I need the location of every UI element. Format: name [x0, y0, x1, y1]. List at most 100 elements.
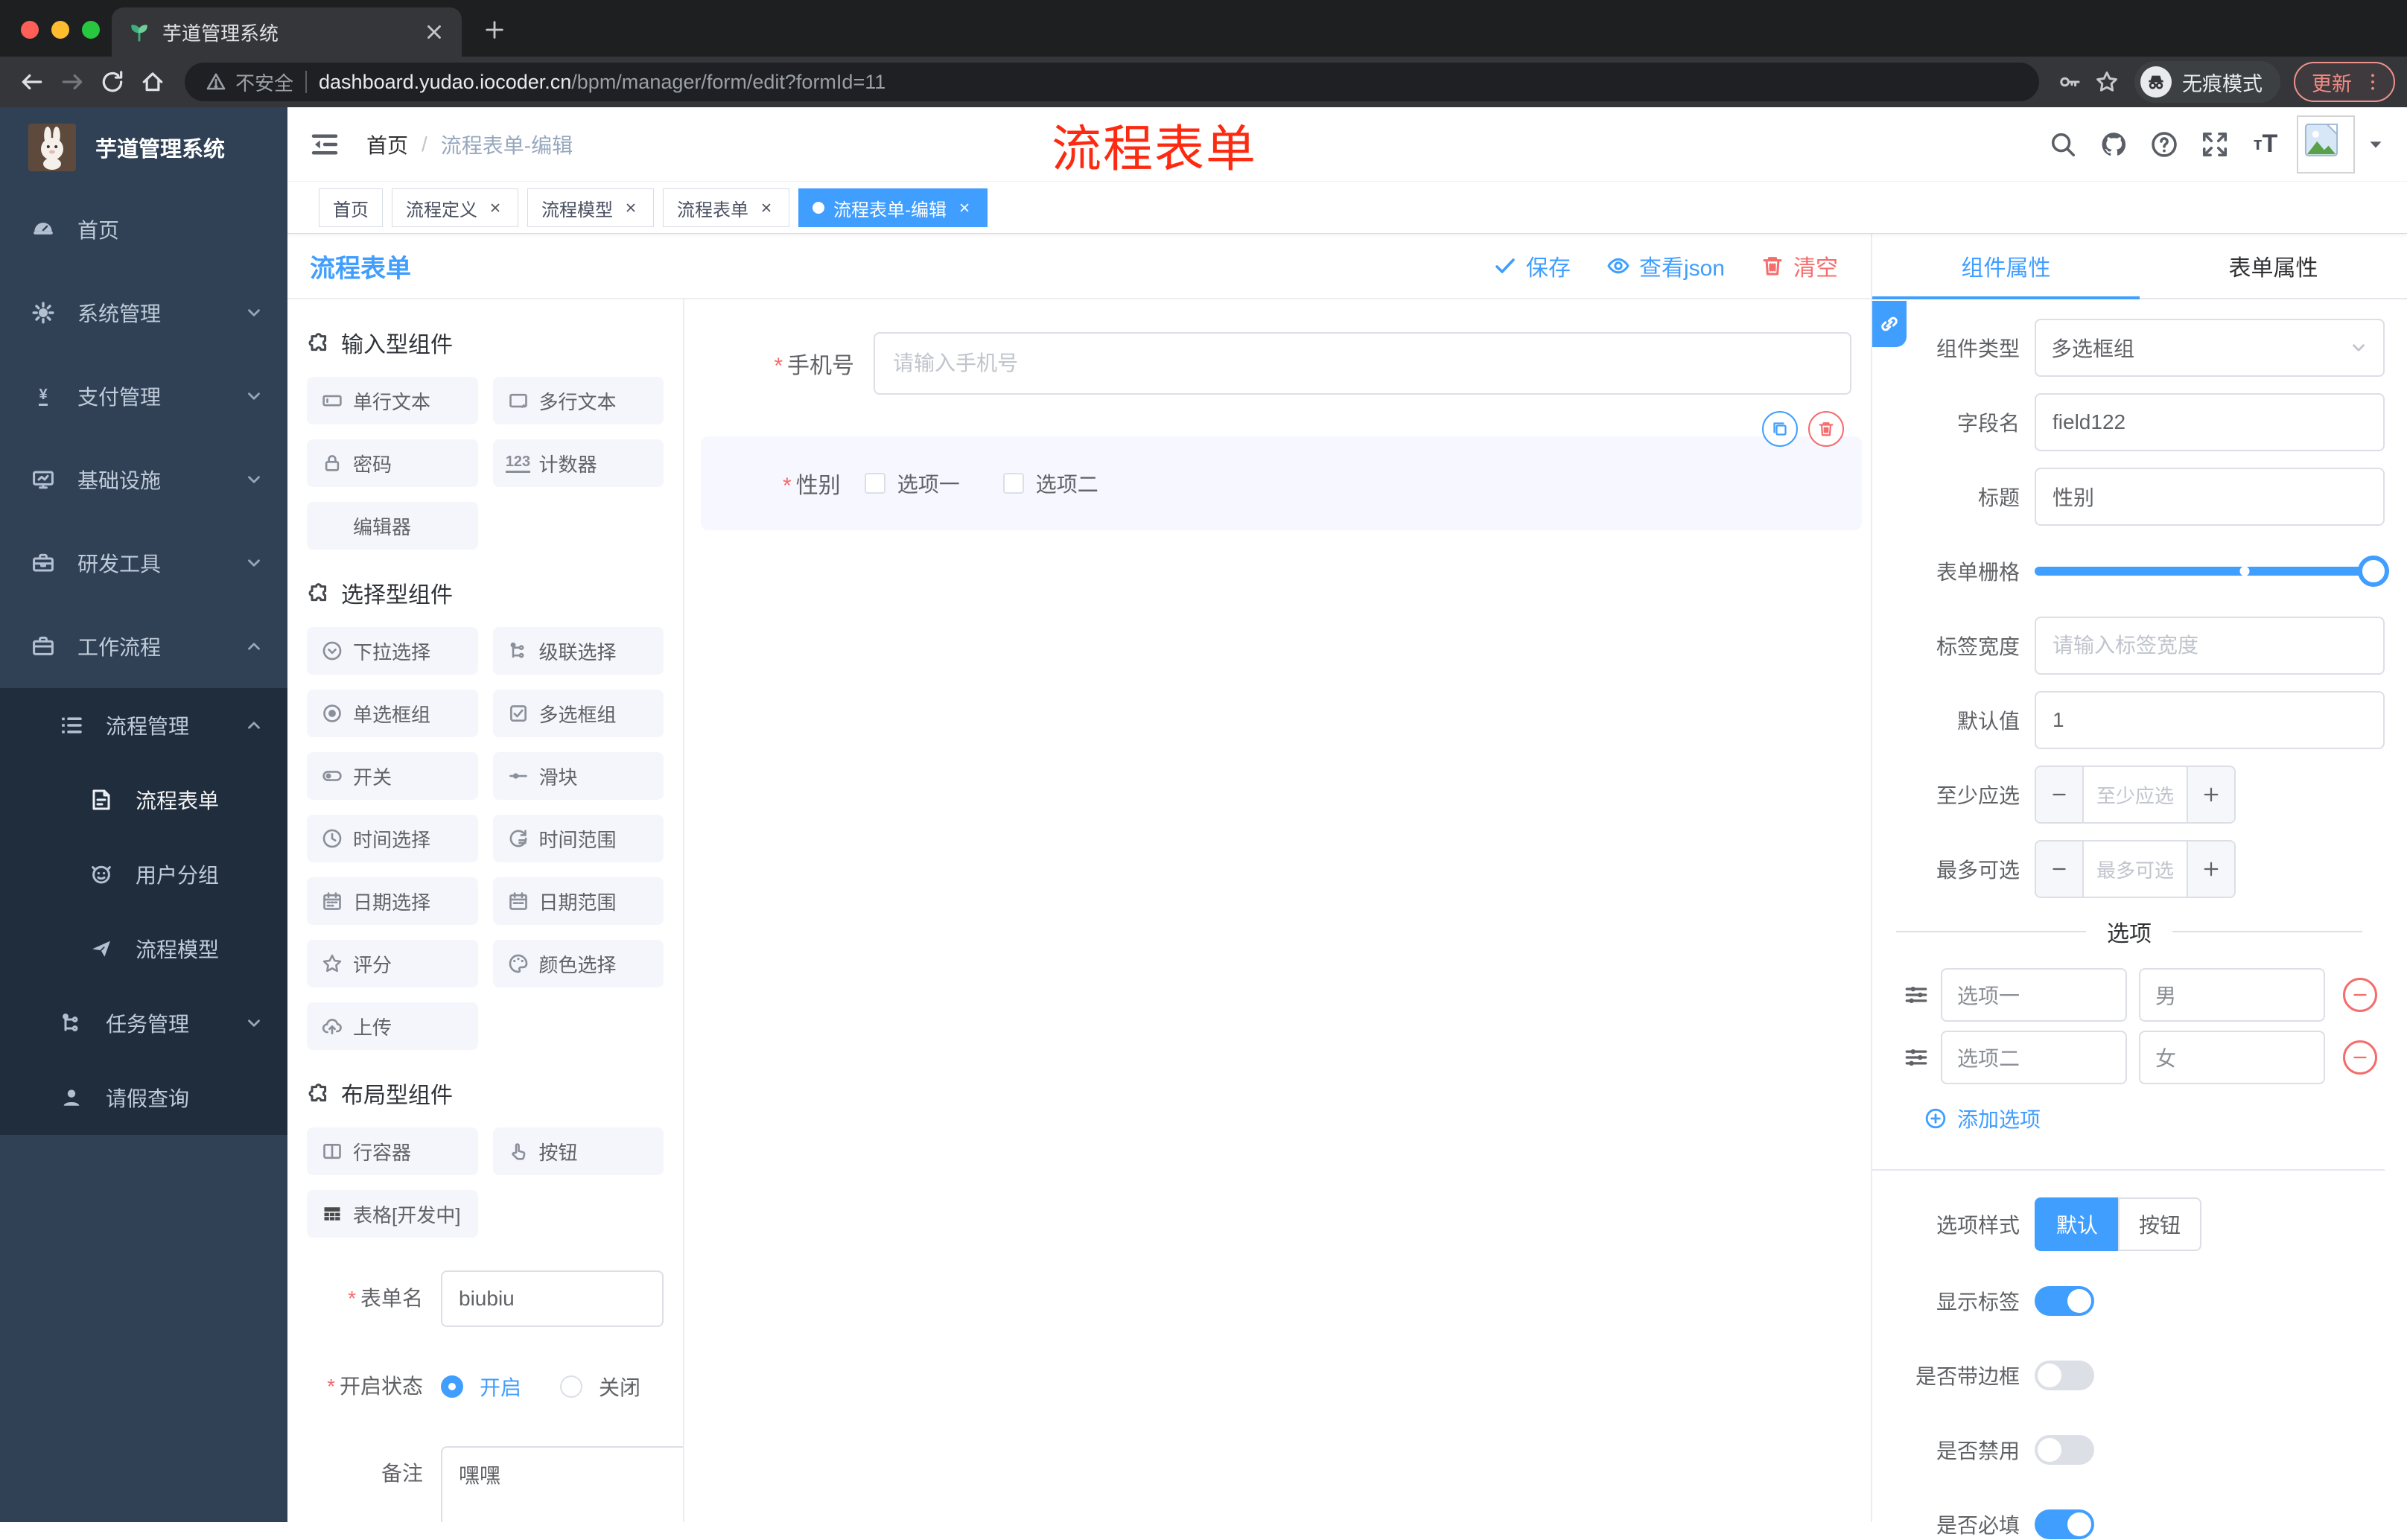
sidebar-item[interactable]: 用户分组: [0, 837, 287, 911]
clear-button[interactable]: 清空: [1761, 249, 1838, 282]
palette-component[interactable]: 颜色选择: [492, 940, 664, 987]
palette-component[interactable]: 多行文本: [492, 377, 664, 424]
delete-field-button[interactable]: [1808, 411, 1844, 447]
minimize-window-button[interactable]: [51, 21, 69, 39]
option-value-input[interactable]: 女: [2139, 1031, 2325, 1084]
drag-handle-icon[interactable]: [1904, 982, 1929, 1008]
palette-component[interactable]: 时间选择: [307, 815, 478, 862]
close-tag-icon[interactable]: [757, 199, 775, 217]
view-json-button[interactable]: 查看json: [1606, 249, 1725, 282]
toggle-switch[interactable]: [2035, 1509, 2094, 1539]
palette-component[interactable]: 行容器: [307, 1127, 478, 1175]
remove-option-button[interactable]: [2343, 1040, 2377, 1075]
checkbox-option[interactable]: 选项一: [864, 468, 960, 498]
browser-update-button[interactable]: 更新: [2294, 62, 2395, 102]
toggle-switch[interactable]: [2035, 1361, 2094, 1390]
field-name-input[interactable]: [2035, 393, 2385, 451]
sidebar-item[interactable]: 首页: [0, 188, 287, 271]
option-value-input[interactable]: 男: [2139, 968, 2325, 1022]
url-text[interactable]: dashboard.yudao.iocoder.cn/bpm/manager/f…: [319, 71, 885, 94]
font-size-icon[interactable]: тT: [2246, 125, 2285, 164]
palette-component[interactable]: 开关: [307, 752, 478, 800]
palette-component[interactable]: 多选框组: [492, 690, 664, 737]
close-tag-icon[interactable]: [622, 199, 640, 217]
sidebar-item[interactable]: 请假查询: [0, 1060, 287, 1135]
reload-button[interactable]: [92, 62, 133, 102]
palette-component[interactable]: 密码: [307, 439, 478, 487]
decrease-button[interactable]: [2036, 841, 2082, 897]
copy-field-button[interactable]: [1762, 411, 1798, 447]
radio-off[interactable]: [560, 1375, 583, 1398]
slider-handle[interactable]: [2358, 556, 2389, 587]
min-select-value[interactable]: 至少应选: [2082, 767, 2188, 822]
close-tag-icon[interactable]: [956, 199, 973, 217]
sidebar-item[interactable]: 工作流程: [0, 605, 287, 688]
radio-on-label[interactable]: 开启: [480, 1372, 521, 1401]
tag-view[interactable]: 流程定义: [392, 188, 518, 227]
component-type-select[interactable]: 多选框组: [2035, 319, 2385, 377]
caret-down-icon[interactable]: [2367, 136, 2385, 153]
remove-option-button[interactable]: [2343, 978, 2377, 1012]
option-label-input[interactable]: 选项一: [1941, 968, 2127, 1022]
palette-component[interactable]: 日期选择: [307, 877, 478, 925]
help-icon[interactable]: [2145, 125, 2184, 164]
style-default-button[interactable]: 默认: [2035, 1197, 2118, 1251]
palette-component[interactable]: 滑块: [492, 752, 664, 800]
sidebar-item[interactable]: ¥ 支付管理: [0, 354, 287, 438]
github-icon[interactable]: [2094, 125, 2133, 164]
option-label-input[interactable]: 选项二: [1941, 1031, 2127, 1084]
label-width-input[interactable]: [2035, 617, 2385, 675]
sidebar-item[interactable]: 流程管理: [0, 688, 287, 763]
browser-tab[interactable]: 芋道管理系统: [112, 7, 462, 57]
address-bar[interactable]: 不安全 dashboard.yudao.iocoder.cn/bpm/manag…: [185, 63, 2039, 101]
bookmark-star-icon[interactable]: [2088, 63, 2125, 101]
palette-component[interactable]: 评分: [307, 940, 478, 987]
increase-button[interactable]: [2188, 767, 2234, 822]
save-button[interactable]: 保存: [1493, 249, 1571, 282]
tag-view[interactable]: 流程表单-编辑: [798, 188, 988, 227]
toggle-switch[interactable]: [2035, 1435, 2094, 1465]
palette-component[interactable]: 按钮: [492, 1127, 664, 1175]
back-button[interactable]: [12, 62, 52, 102]
security-chip[interactable]: 不安全: [206, 69, 293, 96]
max-select-value[interactable]: 最多可选: [2082, 841, 2188, 897]
checkbox-box[interactable]: [1002, 473, 1024, 494]
palette-component[interactable]: 日期范围: [492, 877, 664, 925]
form-remark-textarea[interactable]: 嘿嘿: [441, 1446, 683, 1522]
sidebar-item[interactable]: 系统管理: [0, 271, 287, 354]
new-tab-button[interactable]: [477, 12, 512, 48]
toggle-switch[interactable]: [2035, 1286, 2094, 1316]
tab-component-props[interactable]: 组件属性: [1872, 234, 2140, 298]
palette-component[interactable]: 时间范围: [492, 815, 664, 862]
palette-component[interactable]: 编辑器: [307, 502, 478, 550]
avatar[interactable]: [2297, 115, 2355, 174]
canvas-field-phone[interactable]: 手机号: [686, 332, 1871, 395]
maximize-window-button[interactable]: [82, 21, 100, 39]
forward-button[interactable]: [52, 62, 92, 102]
increase-button[interactable]: [2188, 841, 2234, 897]
sidebar-item[interactable]: 任务管理: [0, 986, 287, 1060]
sidebar-item[interactable]: 基础设施: [0, 438, 287, 521]
search-icon[interactable]: [2044, 125, 2082, 164]
sidebar-logo[interactable]: 芋道管理系统: [0, 107, 287, 188]
browser-menu-icon[interactable]: [2362, 71, 2383, 92]
tab-form-props[interactable]: 表单属性: [2140, 234, 2407, 298]
close-tag-icon[interactable]: [486, 199, 504, 217]
palette-component[interactable]: 单选框组: [307, 690, 478, 737]
sidebar-item[interactable]: 研发工具: [0, 521, 287, 605]
canvas-field-gender-selected[interactable]: 性别 选项一 选项二: [701, 411, 1862, 530]
sidebar-item[interactable]: 流程表单: [0, 763, 287, 837]
form-name-input[interactable]: [441, 1270, 664, 1327]
slider-track[interactable]: [2035, 556, 2389, 587]
checkbox-box[interactable]: [864, 473, 885, 494]
hamburger-icon[interactable]: [310, 130, 340, 159]
sidebar-item[interactable]: 流程模型: [0, 911, 287, 986]
password-key-icon[interactable]: [2051, 63, 2088, 101]
add-option-button[interactable]: 添加选项: [1924, 1104, 2041, 1133]
palette-component[interactable]: 单行文本: [307, 377, 478, 424]
tag-view[interactable]: 流程模型: [527, 188, 654, 227]
tag-view[interactable]: 流程表单: [663, 188, 789, 227]
tag-view[interactable]: 首页: [319, 188, 383, 227]
palette-component[interactable]: 123 计数器: [492, 439, 664, 487]
phone-field-input[interactable]: [874, 332, 1851, 395]
